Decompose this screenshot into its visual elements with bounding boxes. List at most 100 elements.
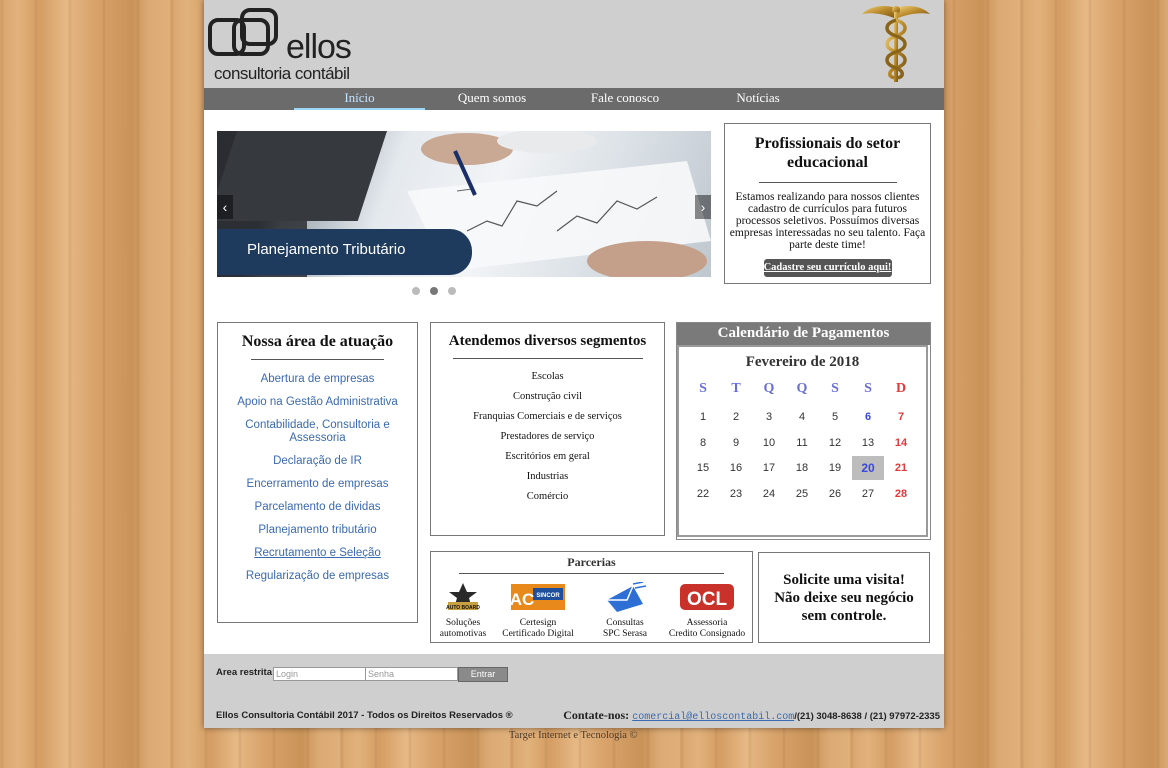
segment-item: Escritórios em geral [505,451,590,462]
calendar-day[interactable]: 12 [819,431,851,455]
slider-dot-active[interactable] [430,287,438,295]
service-link-abertura[interactable]: Abertura de empresas [232,373,403,386]
developer-credit[interactable]: Target Internet e Tecnologia © [509,730,638,741]
calendar-day[interactable]: 19 [819,456,851,480]
professionals-box: Profissionais do setor educacional Estam… [724,123,931,284]
segment-item: Comércio [526,491,569,502]
service-link-encerramento[interactable]: Encerramento de empresas [232,478,403,491]
logo-subtitle: consultoria contábil [214,64,350,83]
service-link-regularizacao[interactable]: Regularização de empresas [232,570,403,583]
calendar-day[interactable]: 27 [852,482,884,506]
divider [452,358,643,359]
partner-auto-board[interactable]: AUTO BOARD Soluções automotivas [435,582,491,640]
partner-certesign[interactable]: AC SINCOR Certesign Certificado Digital [497,582,579,640]
main-nav: Início Quem somos Fale conosco Notícias [204,88,944,110]
contact-info: Contate-nos: comercial@elloscontabil.com… [563,708,940,723]
calendar-weekday: S [831,381,839,396]
divider [758,182,897,183]
segment-item: Prestadores de serviço [500,431,595,442]
calendar-day[interactable]: 28 [885,482,917,506]
calendar-month: Fevereiro de 2018 [745,354,860,370]
password-input[interactable]: Senha [365,667,458,681]
auto-board-logo-text: AUTO BOARD [446,605,480,611]
calendar-day[interactable]: 16 [720,456,752,480]
service-link-apoio[interactable]: Apoio na Gestão Administrativa [232,396,403,409]
partner-line2: SPC Serasa [602,629,648,639]
calendar-body: Fevereiro de 2018 S T Q Q S S D 1 2 3 4 5 6 7 8 9 10 11 12… [677,345,928,537]
calendar-day[interactable]: 11 [786,431,818,455]
visit-request-box[interactable]: Solicite uma visita! Não deixe seu negóc… [758,552,930,643]
slide-caption-text: Planejamento Tributário [247,241,406,258]
slider-next-button[interactable]: › [695,195,711,219]
calendar-day[interactable]: 10 [753,431,785,455]
calendar-day[interactable]: 8 [687,431,719,455]
sincor-logo-text: SINCOR [536,593,560,599]
visit-line1: Solicite uma visita! [783,571,905,588]
segment-item: Industrias [526,471,569,482]
slider-dot[interactable] [412,287,420,295]
login-submit-button[interactable]: Entrar [458,667,508,682]
nav-item-inicio[interactable]: Início [294,88,425,110]
segment-item: Construção civil [512,391,583,402]
calendar-weekday: S [864,381,872,396]
service-link-planejamento[interactable]: Planejamento tributário [232,524,403,537]
image-slider[interactable]: Planejamento Tributário ‹ › [217,131,711,277]
calendar-day[interactable]: 14 [885,431,917,455]
calendar-day[interactable]: 18 [786,456,818,480]
partner-line2: Certificado Digital [502,629,574,639]
segment-item: Escolas [531,371,564,382]
service-link-recrutamento[interactable]: Recrutamento e Seleção [232,547,403,560]
ocl-logo-text: OCL [687,589,728,610]
calendar-day[interactable]: 2 [720,405,752,429]
calendar-day[interactable]: 3 [753,405,785,429]
calendar-weekday: D [895,381,907,396]
partner-ocl[interactable]: OCL Assessoria Credito Consignado [665,582,749,640]
calendar-day[interactable]: 15 [687,456,719,480]
register-cv-button[interactable]: Cadastre seu currículo aqui! [763,259,892,277]
contact-email-link[interactable]: comercial@elloscontabil.com [632,712,794,723]
page-container: ellos consultoria contábil Início Quem s… [204,0,944,728]
calendar-day-highlighted[interactable]: 20 [852,456,884,480]
segments-title: Atendemos diversos segmentos [448,333,647,349]
professionals-text: Estamos realizando para nossos clientes … [729,191,926,251]
calendar-day[interactable]: 23 [720,482,752,506]
slider-prev-button[interactable]: ‹ [217,195,233,219]
nav-item-fale-conosco[interactable]: Fale conosco [579,88,671,108]
calendar-weekday: S [699,381,707,396]
slider-dot[interactable] [448,287,456,295]
service-link-contabilidade[interactable]: Contabilidade, Consultoria e Assessoria [232,419,403,445]
calendar-day[interactable]: 7 [885,405,917,429]
calendar-day[interactable]: 13 [852,431,884,455]
calendar-day[interactable]: 25 [786,482,818,506]
calendar-title: Calendário de Pagamentos [677,323,930,345]
nav-item-noticias[interactable]: Notícias [720,88,796,108]
service-link-parcelamento[interactable]: Parcelamento de dividas [232,501,403,514]
partner-line1: Soluções [445,618,481,628]
login-input[interactable]: Login [273,667,366,681]
calendar-day[interactable]: 24 [753,482,785,506]
professionals-title: Profissionais do setor educacional [754,135,901,171]
calendar-day[interactable]: 26 [819,482,851,506]
site-header: ellos consultoria contábil [204,0,944,88]
calendar-weekday: Q [763,381,775,396]
calendar-day[interactable]: 6 [852,405,884,429]
calendar-day[interactable]: 1 [687,405,719,429]
visit-line3: sem controle. [801,607,887,624]
ellos-logo[interactable]: ellos consultoria contábil [208,8,378,84]
calendar-day[interactable]: 17 [753,456,785,480]
caduceus-icon [860,2,932,84]
partner-spc-serasa[interactable]: Consultas SPC Serasa [589,581,661,640]
calendar-day[interactable]: 4 [786,405,818,429]
nav-item-quem-somos[interactable]: Quem somos [448,88,536,108]
partners-title: Parcerias [567,555,616,569]
visit-line2: Não deixe seu negócio [774,589,914,606]
calendar-day[interactable]: 22 [687,482,719,506]
ocl-logo-icon: OCL [680,584,734,610]
partners-box: Parcerias AUTO BOARD Soluções automotiva… [430,551,753,643]
service-link-declaracao-ir[interactable]: Declaração de IR [232,455,403,468]
calendar-day[interactable]: 5 [819,405,851,429]
calendar-day[interactable]: 9 [720,431,752,455]
site-footer: Area restrita: Login Senha Entrar Ellos … [204,654,944,728]
segments-box: Atendemos diversos segmentos Escolas Con… [430,322,665,536]
calendar-day[interactable]: 21 [885,456,917,480]
